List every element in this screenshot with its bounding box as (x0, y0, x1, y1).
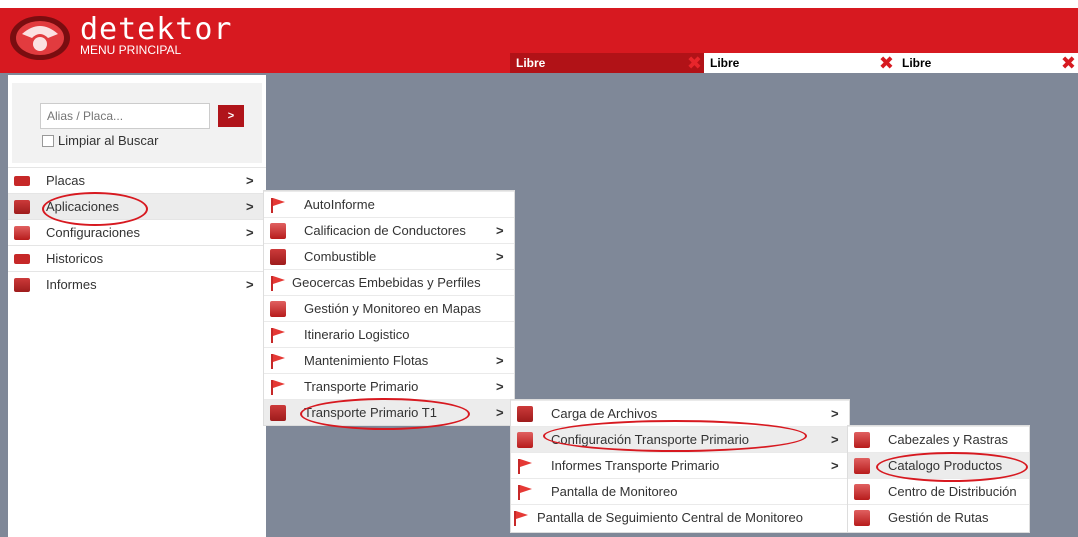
submenu-item-label: Gestión de Rutas (888, 510, 989, 525)
submenu-item-autoinforme[interactable]: AutoInforme (264, 191, 514, 217)
tab-libre-1[interactable]: Libre ✖ (510, 53, 704, 73)
box-icon (270, 300, 286, 317)
search-box: > Limpiar al Buscar (12, 83, 262, 163)
submenu-item-combustible[interactable]: Combustible > (264, 243, 514, 269)
reports-icon (14, 277, 30, 292)
submenu-item-label: AutoInforme (304, 197, 375, 212)
submenu-item-itinerario[interactable]: Itinerario Logistico (264, 321, 514, 347)
submenu-item-pantalla-monitoreo[interactable]: Pantalla de Monitoreo (511, 478, 849, 504)
submenu-item-gestion-mapas[interactable]: Gestión y Monitoreo en Mapas (264, 295, 514, 321)
submenu-item-label: Itinerario Logistico (304, 327, 410, 342)
chevron-right-icon: > (496, 223, 504, 238)
detektor-logo-icon[interactable] (8, 14, 72, 62)
cube-icon (14, 199, 30, 214)
submenu-transporte-t1: Carga de Archivos > Configuración Transp… (510, 399, 850, 533)
tab-label: Libre (516, 56, 546, 70)
flag-icon (514, 510, 528, 526)
menu-item-configuraciones[interactable]: Configuraciones > (8, 219, 266, 245)
menu-item-informes[interactable]: Informes > (8, 271, 266, 297)
submenu-item-cabezales[interactable]: Cabezales y Rastras (848, 426, 1029, 452)
flag-icon (271, 379, 285, 395)
submenu-item-label: Configuración Transporte Primario (551, 432, 749, 447)
flag-icon (271, 275, 285, 291)
submenu-item-calificacion[interactable]: Calificacion de Conductores > (264, 217, 514, 243)
submenu-item-label: Transporte Primario (304, 379, 419, 394)
history-icon (14, 253, 30, 264)
submenu-item-label: Transporte Primario T1 (304, 405, 437, 420)
chevron-right-icon: > (246, 173, 254, 188)
submenu-item-transporte-primario[interactable]: Transporte Primario > (264, 373, 514, 399)
menu-item-aplicaciones[interactable]: Aplicaciones > (8, 193, 266, 219)
submenu-item-mantenimiento[interactable]: Mantenimiento Flotas > (264, 347, 514, 373)
submenu-aplicaciones: AutoInforme Calificacion de Conductores … (263, 190, 515, 426)
tab-libre-3[interactable]: Libre ✖ (896, 53, 1078, 73)
cube-icon (270, 248, 286, 265)
flag-icon (271, 327, 285, 343)
flag-icon (518, 458, 532, 474)
tab-label: Libre (902, 56, 932, 70)
box-icon (854, 509, 870, 526)
submenu-item-catalogo-productos[interactable]: Catalogo Productos (848, 452, 1029, 478)
menu-item-label: Historicos (46, 251, 104, 266)
checkbox-icon[interactable] (42, 134, 54, 147)
submenu-item-label: Calificacion de Conductores (304, 223, 466, 238)
chevron-right-icon: > (831, 406, 839, 421)
plates-icon (14, 175, 30, 186)
box-icon (854, 431, 870, 448)
submenu-item-pantalla-seguimiento[interactable]: Pantalla de Seguimiento Central de Monit… (511, 504, 849, 530)
submenu-configuracion: Cabezales y Rastras Catalogo Productos C… (847, 425, 1030, 533)
flag-icon (271, 197, 285, 213)
submenu-item-transporte-primario-t1[interactable]: Transporte Primario T1 > (264, 399, 514, 425)
close-icon[interactable]: ✖ (1061, 53, 1076, 73)
submenu-item-label: Combustible (304, 249, 377, 264)
clear-on-search-label: Limpiar al Buscar (58, 133, 159, 148)
menu-item-label: Aplicaciones (46, 199, 119, 214)
tab-label: Libre (710, 56, 740, 70)
left-panel: > Limpiar al Buscar Placas > Aplicacione… (8, 75, 266, 537)
submenu-item-label: Geocercas Embebidas y Perfiles (292, 275, 481, 290)
submenu-item-centro-distribucion[interactable]: Centro de Distribución (848, 478, 1029, 504)
box-icon (854, 457, 870, 474)
chevron-right-icon: > (496, 379, 504, 394)
submenu-item-label: Gestión y Monitoreo en Mapas (304, 301, 482, 316)
box-icon (270, 222, 286, 239)
submenu-item-label: Carga de Archivos (551, 406, 658, 421)
menu-item-label: Configuraciones (46, 225, 140, 240)
tab-libre-2[interactable]: Libre ✖ (704, 53, 896, 73)
submenu-item-informes-transporte[interactable]: Informes Transporte Primario > (511, 452, 849, 478)
submenu-item-label: Pantalla de Monitoreo (551, 484, 678, 499)
submenu-item-label: Mantenimiento Flotas (304, 353, 429, 368)
box-icon (854, 483, 870, 500)
close-icon[interactable]: ✖ (687, 53, 702, 73)
cube-icon (270, 404, 286, 421)
flag-icon (518, 484, 532, 500)
box-icon (517, 431, 533, 448)
menu-item-label: Informes (46, 277, 97, 292)
search-button[interactable]: > (218, 105, 244, 127)
submenu-item-label: Informes Transporte Primario (551, 458, 720, 473)
submenu-item-label: Catalogo Productos (888, 458, 1003, 473)
flag-icon (271, 353, 285, 369)
cube-icon (517, 405, 533, 422)
submenu-item-carga-archivos[interactable]: Carga de Archivos > (511, 400, 849, 426)
submenu-item-gestion-rutas[interactable]: Gestión de Rutas (848, 504, 1029, 530)
submenu-item-label: Cabezales y Rastras (888, 432, 1008, 447)
brand-subtitle: MENU PRINCIPAL (80, 43, 182, 57)
submenu-item-configuracion-transporte[interactable]: Configuración Transporte Primario > (511, 426, 849, 452)
clear-on-search-checkbox[interactable]: Limpiar al Buscar (42, 133, 158, 148)
chevron-right-icon: > (496, 353, 504, 368)
chevron-right-icon: > (496, 249, 504, 264)
search-input[interactable] (40, 103, 210, 129)
menu-item-placas[interactable]: Placas > (8, 167, 266, 193)
menu-item-historicos[interactable]: Historicos (8, 245, 266, 271)
top-strip (0, 0, 1078, 8)
submenu-item-label: Pantalla de Seguimiento Central de Monit… (537, 510, 803, 525)
close-icon[interactable]: ✖ (879, 53, 894, 73)
submenu-item-label: Centro de Distribución (888, 484, 1017, 499)
settings-icon (14, 225, 30, 240)
submenu-item-geocercas[interactable]: Geocercas Embebidas y Perfiles (264, 269, 514, 295)
header: detektor MENU PRINCIPAL Libre ✖ Libre ✖ … (0, 0, 1078, 73)
brand-name: detektor (80, 12, 233, 47)
menu-item-label: Placas (46, 173, 86, 188)
